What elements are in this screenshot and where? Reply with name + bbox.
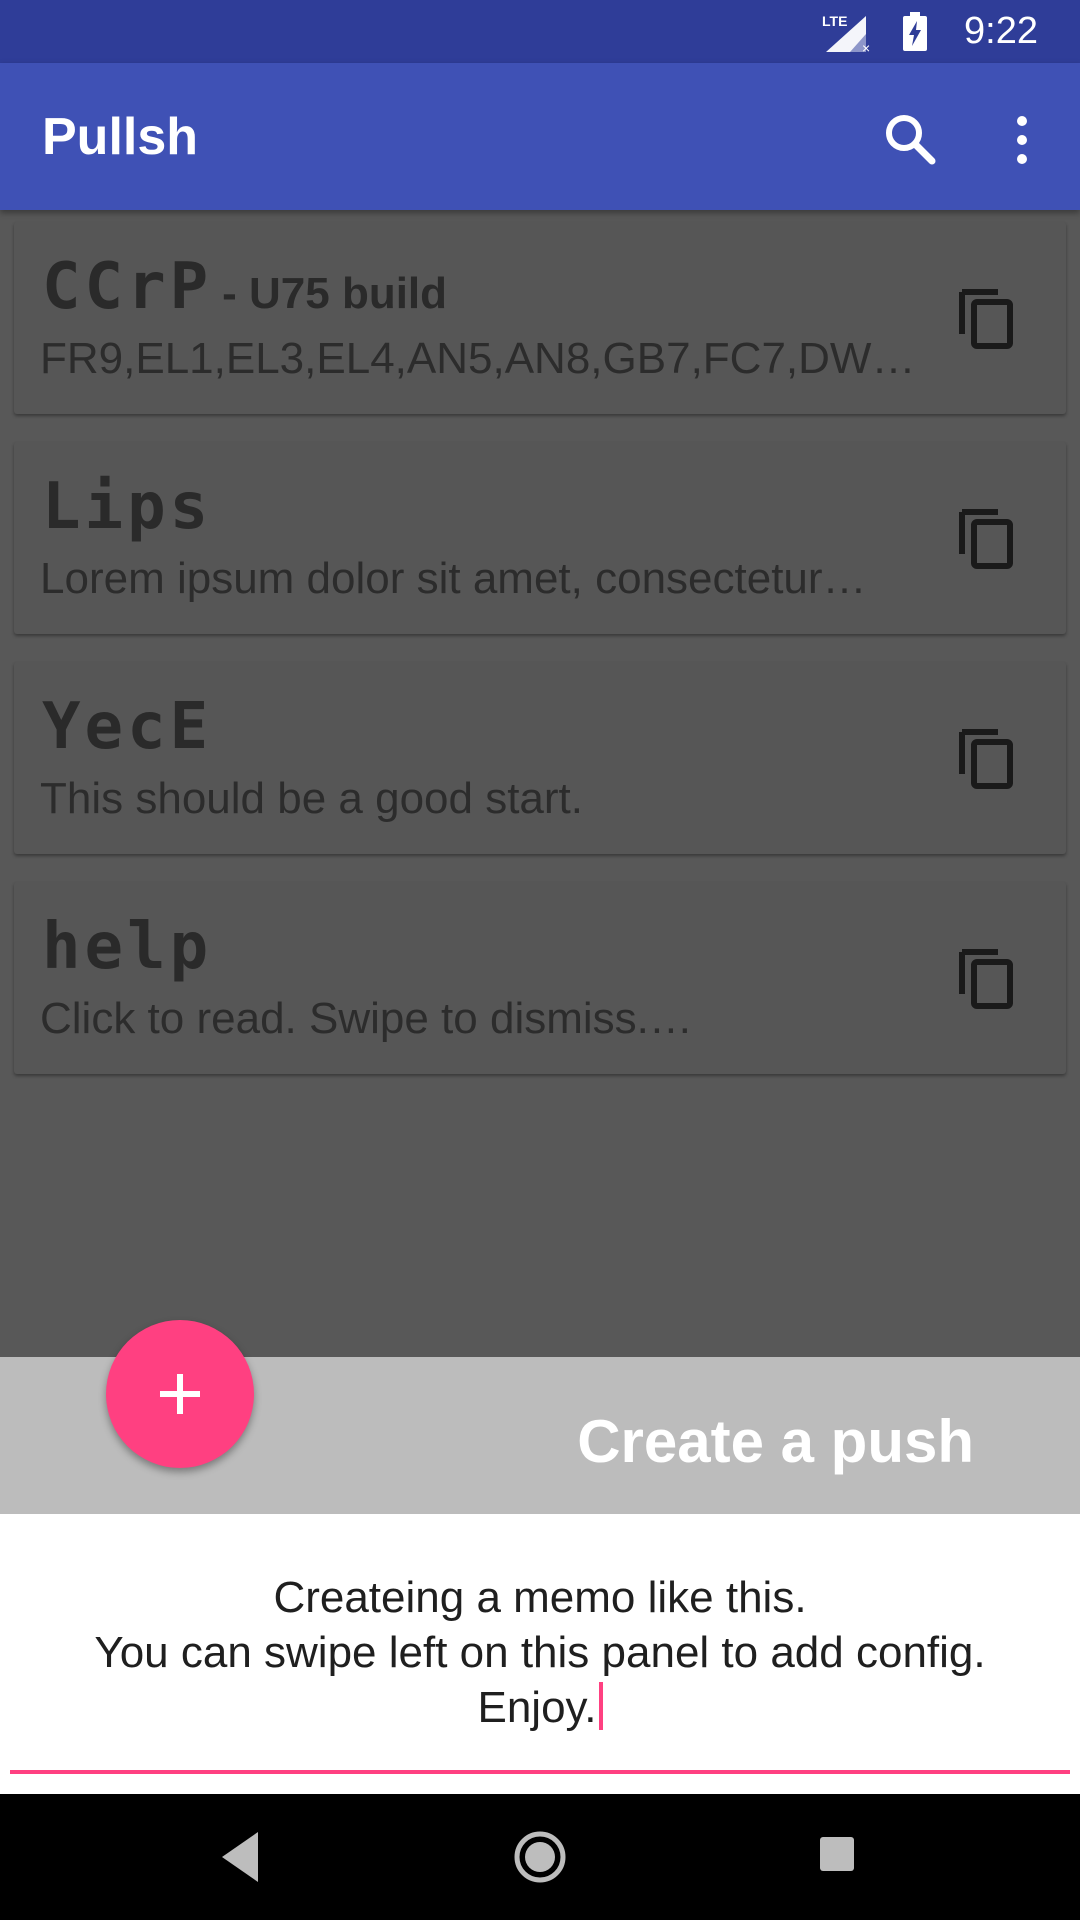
memo-line: You can swipe left on this panel to add … <box>94 1628 986 1677</box>
back-icon[interactable] <box>218 1828 262 1886</box>
battery-charging-icon <box>903 12 927 51</box>
card-text: Lorem ipsum dolor sit amet, consectetur… <box>40 554 867 603</box>
card-title: Lips <box>42 470 213 544</box>
copy-icon <box>959 949 1013 1009</box>
copy-button[interactable] <box>954 942 1026 1014</box>
recents-icon[interactable] <box>818 1834 856 1874</box>
navigation-bar <box>0 1794 1080 1920</box>
card-text: FR9,EL1,EL3,EL4,AN5,AN8,GB7,FC7,DW2,… <box>40 334 930 383</box>
memo-line: Enjoy. <box>477 1683 597 1732</box>
search-button[interactable] <box>878 107 944 173</box>
copy-button[interactable] <box>954 502 1026 574</box>
card-title: CCrP - U75 build <box>42 250 448 324</box>
create-panel-title: Create a push <box>577 1408 974 1475</box>
memo-editor[interactable]: Createing a memo like this. You can swip… <box>0 1514 1080 1794</box>
copy-button[interactable] <box>954 282 1026 354</box>
list-item[interactable]: Lips Lorem ipsum dolor sit amet, consect… <box>14 442 1066 634</box>
svg-text:×: × <box>862 40 870 54</box>
home-icon[interactable] <box>512 1824 568 1890</box>
list-item[interactable]: CCrP - U75 build FR9,EL1,EL3,EL4,AN5,AN8,… <box>14 222 1066 414</box>
list-item[interactable]: YecE This should be a good start. <box>14 662 1066 854</box>
svg-text:LTE: LTE <box>822 13 847 29</box>
memo-line: Createing a memo like this. <box>273 1573 807 1622</box>
status-bar: LTE × 9:22 <box>0 0 1080 63</box>
search-icon <box>886 115 936 165</box>
text-cursor <box>598 1682 603 1730</box>
list-item[interactable]: help Click to read. Swipe to dismiss.… <box>14 882 1066 1074</box>
copy-icon <box>959 509 1013 569</box>
app-bar: Pullsh <box>0 63 1080 210</box>
status-time: 9:22 <box>964 10 1038 52</box>
input-underline <box>10 1770 1070 1774</box>
memo-last-line: Enjoy. <box>10 1680 1070 1735</box>
more-vert-icon <box>1017 116 1027 164</box>
add-icon <box>160 1374 200 1414</box>
memo-input[interactable]: Createing a memo like this. You can swip… <box>10 1570 1070 1735</box>
copy-icon <box>959 289 1013 349</box>
card-text: Click to read. Swipe to dismiss.… <box>40 994 693 1043</box>
copy-button[interactable] <box>954 722 1026 794</box>
add-button[interactable] <box>106 1320 254 1468</box>
card-title: YecE <box>42 690 213 764</box>
more-options-button[interactable] <box>1000 107 1044 173</box>
app-title: Pullsh <box>42 108 199 166</box>
card-text: This should be a good start. <box>40 774 583 823</box>
lte-signal-icon: LTE × <box>822 13 870 54</box>
card-title: help <box>42 910 213 984</box>
card-subtitle: - U75 build <box>222 269 448 318</box>
copy-icon <box>959 729 1013 789</box>
